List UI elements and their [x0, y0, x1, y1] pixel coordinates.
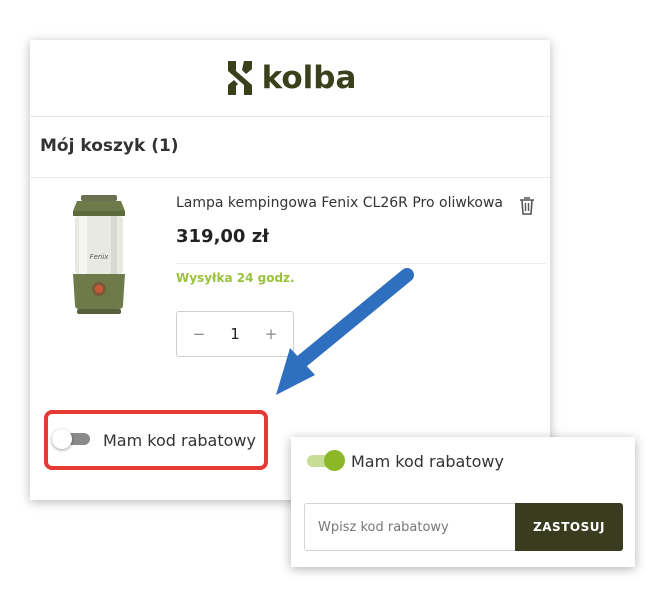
coupon-toggle-active[interactable]: [307, 450, 345, 472]
brand-name: kolba: [261, 60, 357, 96]
coupon-popup: Mam kod rabatowy ZASTOSUJ: [291, 437, 635, 567]
product-image[interactable]: Fenix: [67, 195, 131, 315]
product-name[interactable]: Lampa kempingowa Fenix CL26R Pro oliwkow…: [176, 195, 503, 211]
highlight-box: [44, 410, 268, 470]
apply-coupon-button[interactable]: ZASTOSUJ: [515, 503, 623, 551]
brand-logo[interactable]: kolba: [224, 59, 357, 97]
quantity-increase-button[interactable]: +: [261, 325, 281, 343]
cart-title: Mój koszyk (1): [40, 136, 179, 156]
coupon-code-input[interactable]: [304, 503, 516, 551]
product-price: 319,00 zł: [176, 226, 269, 247]
site-header: kolba: [30, 40, 550, 117]
quantity-value[interactable]: 1: [230, 325, 240, 343]
quantity-decrease-button[interactable]: −: [189, 325, 209, 343]
cart-header: Mój koszyk (1): [30, 117, 550, 178]
shipping-info: Wysyłka 24 godz.: [176, 271, 295, 285]
coupon-toggle-active-label[interactable]: Mam kod rabatowy: [351, 452, 504, 471]
divider: [176, 263, 546, 264]
quantity-stepper: − 1 +: [176, 311, 294, 357]
logo-mark-icon: [227, 61, 252, 95]
trash-icon[interactable]: [518, 196, 536, 216]
coupon-toggle-active-knob: [324, 450, 345, 471]
product-image-brand: Fenix: [90, 253, 110, 261]
